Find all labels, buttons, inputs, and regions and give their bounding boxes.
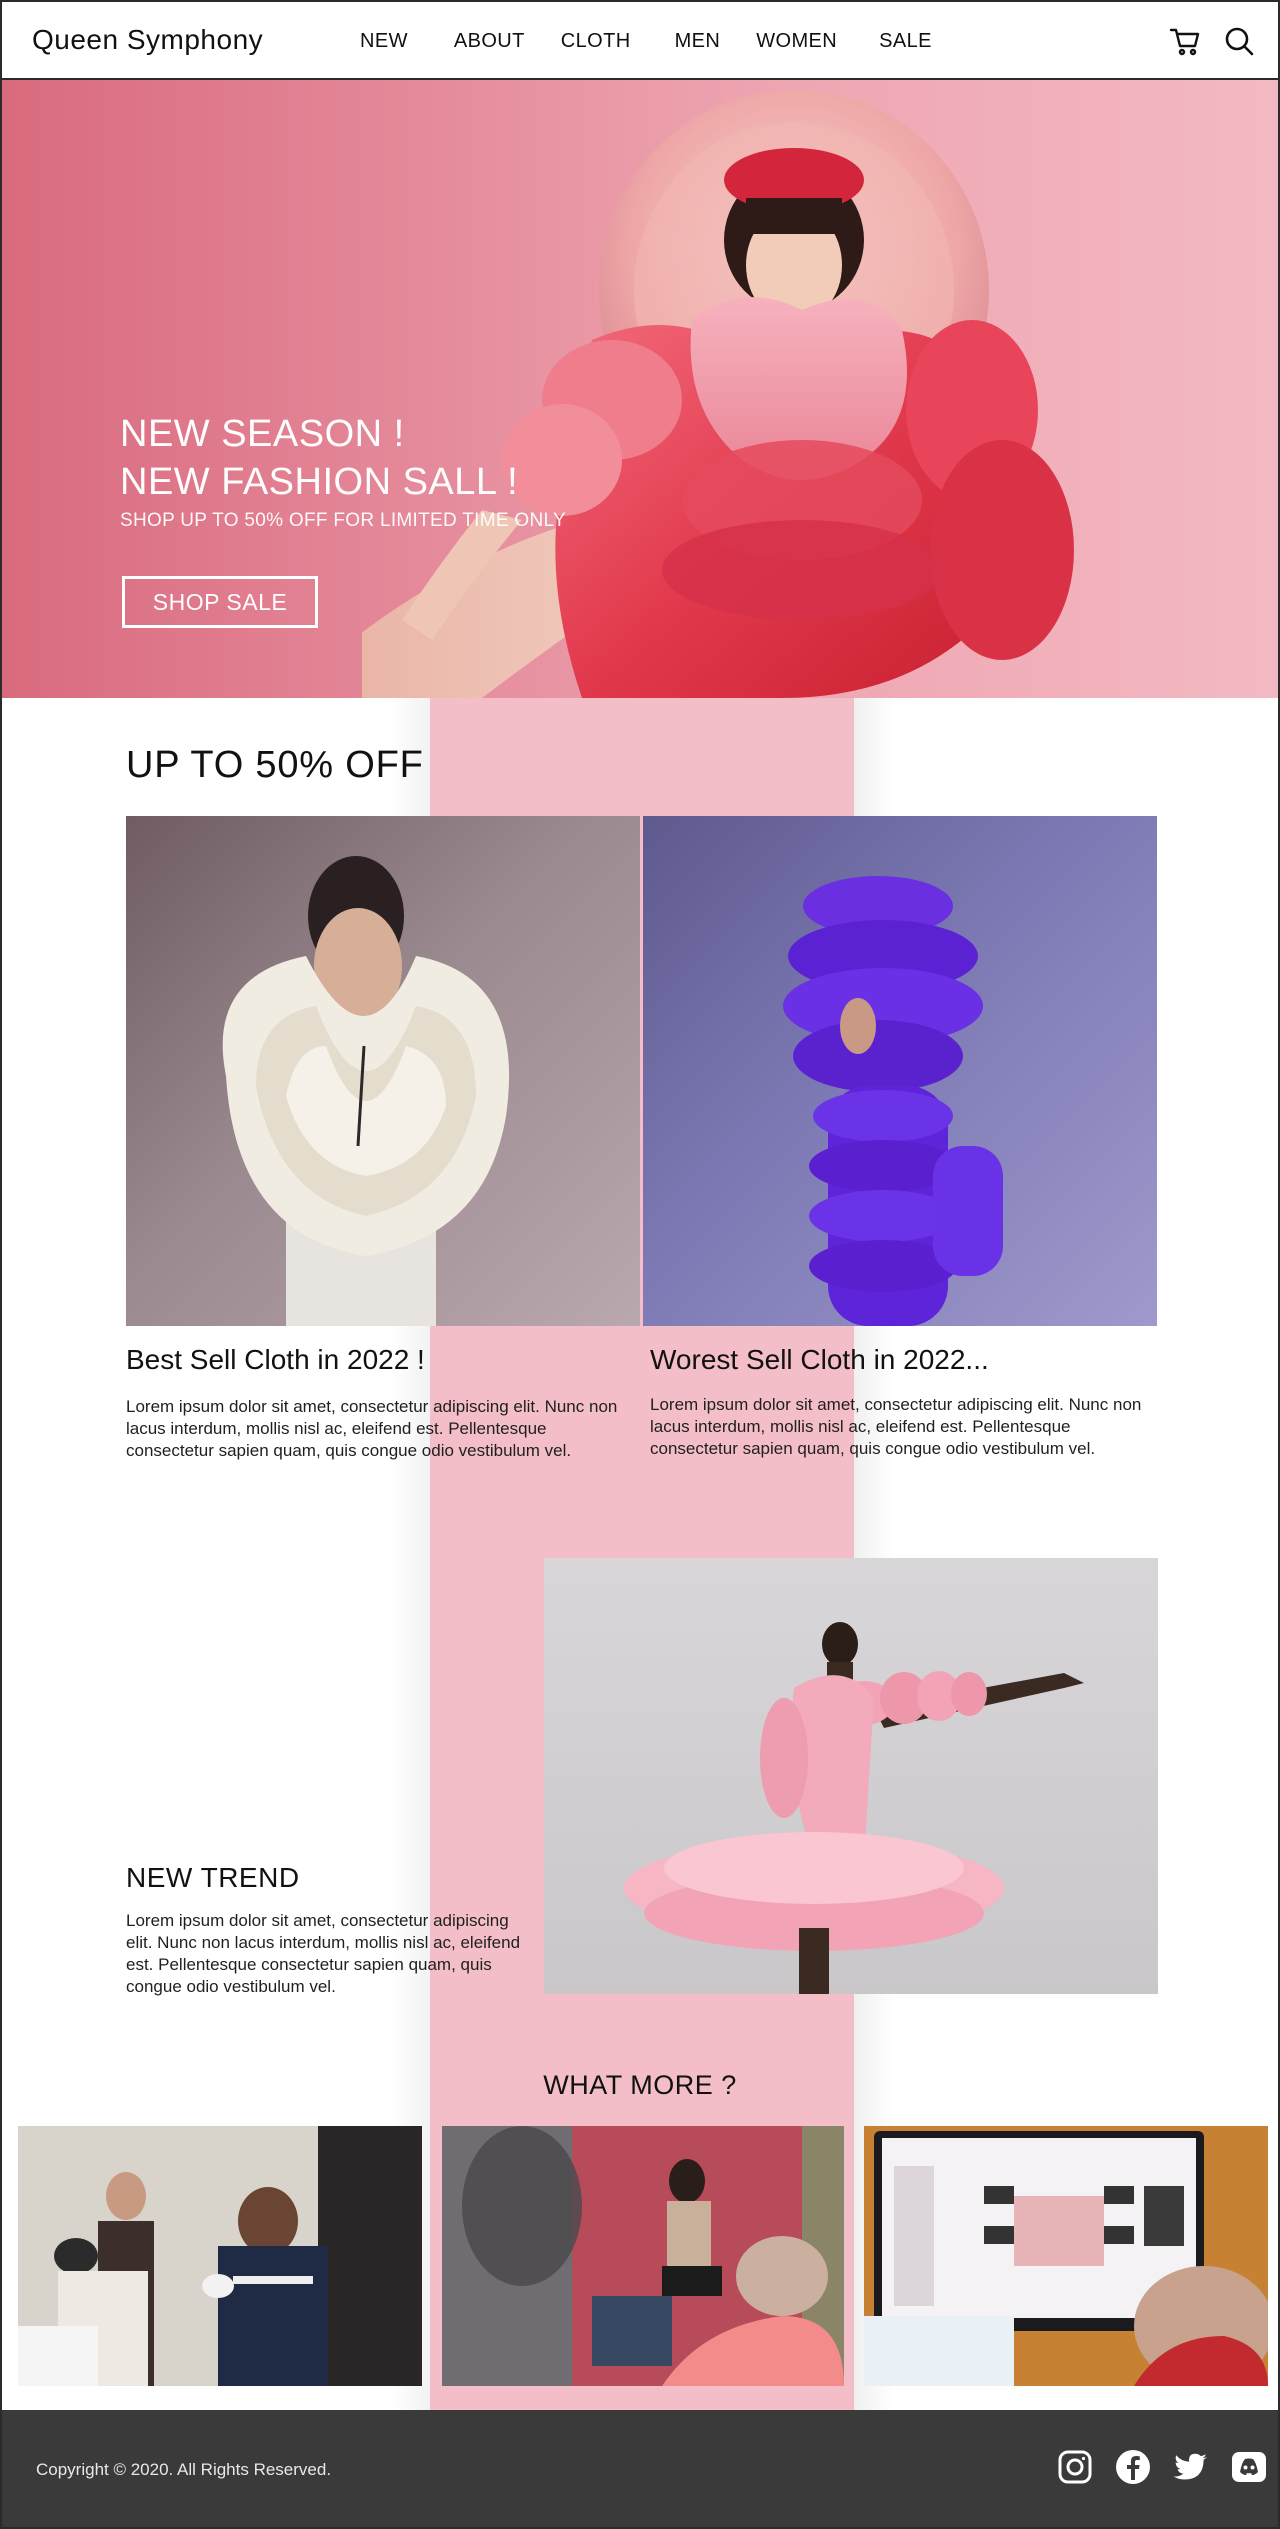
- nav-item-women[interactable]: WOMEN: [756, 30, 837, 53]
- social-links: [1056, 2448, 1268, 2486]
- search-icon[interactable]: [1222, 24, 1256, 58]
- worst-sell-description: Lorem ipsum dolor sit amet, consectetur …: [650, 1395, 1142, 1458]
- design-workstation-image[interactable]: [864, 2126, 1268, 2386]
- hero-title-line2: NEW FASHION SALL !: [120, 461, 519, 503]
- twitter-icon[interactable]: [1172, 2448, 1210, 2486]
- copyright-text: Copyright © 2020. All Rights Reserved.: [36, 2460, 332, 2479]
- hero-text-block: NEW SEASON ! NEW FASHION SALL ! SHOP UP …: [120, 410, 566, 532]
- shop-sale-button[interactable]: SHOP SALE: [122, 576, 318, 628]
- nav-item-new[interactable]: NEW: [360, 30, 408, 53]
- cart-icon[interactable]: [1168, 24, 1202, 58]
- nav-item-men[interactable]: MEN: [675, 30, 721, 53]
- header-actions: [1168, 24, 1256, 58]
- new-trend-description: Lorem ipsum dolor sit amet, consectetur …: [126, 1911, 521, 1996]
- facebook-icon[interactable]: [1114, 2448, 1152, 2486]
- worst-sell-title: Worest Sell Cloth in 2022...: [650, 1344, 989, 1375]
- nav-item-sale[interactable]: SALE: [879, 30, 932, 53]
- new-trend-title: NEW TREND: [126, 1862, 300, 1893]
- discord-icon[interactable]: [1230, 2448, 1268, 2486]
- nav-item-about[interactable]: ABOUT: [454, 30, 525, 53]
- hero-subtitle: SHOP UP TO 50% OFF FOR LIMITED TIME ONLY: [120, 510, 566, 531]
- hero-model-image: [362, 90, 1074, 698]
- site-footer: Copyright © 2020. All Rights Reserved.: [2, 2410, 1278, 2527]
- studio-team-image[interactable]: [18, 2126, 422, 2386]
- best-sell-title: Best Sell Cloth in 2022 !: [126, 1344, 425, 1375]
- best-sell-image[interactable]: [126, 816, 640, 1326]
- brand-logo[interactable]: Queen Symphony: [32, 24, 263, 56]
- hero-title: NEW SEASON ! NEW FASHION SALL !: [120, 410, 566, 506]
- new-trend-image[interactable]: [544, 1558, 1158, 1994]
- hero-title-line1: NEW SEASON !: [120, 413, 405, 455]
- offer-section-title: UP TO 50% OFF: [126, 744, 424, 786]
- main-nav: NEW ABOUT CLOTH MEN WOMEN SALE: [360, 30, 978, 53]
- what-more-title: WHAT MORE ?: [543, 2070, 737, 2100]
- hero-banner: NEW SEASON ! NEW FASHION SALL ! SHOP UP …: [2, 80, 1278, 698]
- worst-sell-image[interactable]: [643, 816, 1157, 1326]
- instagram-icon[interactable]: [1056, 2448, 1094, 2486]
- nav-item-cloth[interactable]: CLOTH: [561, 30, 631, 53]
- page: Queen Symphony NEW ABOUT CLOTH MEN WOMEN…: [0, 0, 1280, 2529]
- best-sell-description: Lorem ipsum dolor sit amet, consectetur …: [126, 1397, 618, 1460]
- fitting-session-image[interactable]: [442, 2126, 844, 2386]
- site-header: Queen Symphony NEW ABOUT CLOTH MEN WOMEN…: [2, 2, 1278, 80]
